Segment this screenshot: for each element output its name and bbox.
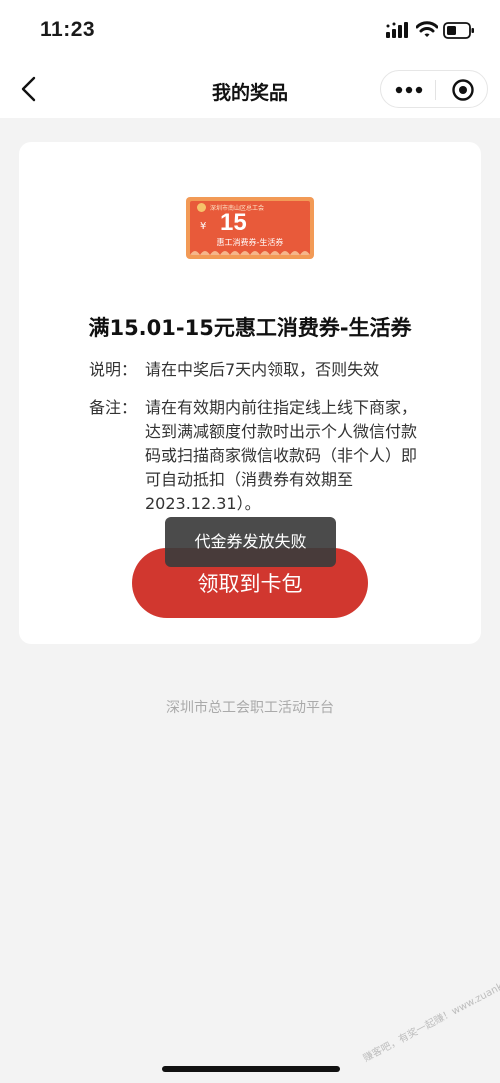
navigation-bar: 我的奖品 bbox=[0, 62, 500, 118]
coupon-wave-edge bbox=[190, 251, 310, 255]
note-text: 请在有效期内前往指定线上线下商家，达到满减额度付款时出示个人微信付款码或扫描商家… bbox=[145, 398, 418, 513]
description-label: 说明： bbox=[89, 360, 138, 379]
union-logo-icon bbox=[197, 203, 206, 212]
site-watermark: 赚客吧，有奖一起赚！www.zuanke8.com bbox=[361, 964, 500, 1065]
coupon-image: 深圳市南山区总工会 ¥ 15 惠工消费券-生活券 bbox=[186, 197, 314, 259]
error-toast: 代金券发放失败 bbox=[165, 517, 336, 567]
battery-icon bbox=[443, 22, 474, 39]
footer-text: 深圳市总工会职工活动平台 bbox=[166, 700, 334, 716]
home-indicator bbox=[162, 1066, 340, 1072]
note-label: 备注： bbox=[89, 398, 138, 417]
prize-title: 满15.01-15元惠工消费券-生活券 bbox=[88, 316, 412, 340]
status-bar: 11:23 bbox=[0, 0, 500, 62]
note-row: 备注： 请在有效期内前往指定线上线下商家，达到满减额度付款时出示个人微信付款码或… bbox=[89, 396, 429, 521]
more-options-icon[interactable] bbox=[381, 71, 435, 109]
close-mini-program-icon[interactable] bbox=[436, 71, 489, 109]
description-text: 请在中奖后7天内领取，否则失效 bbox=[145, 360, 380, 379]
status-time: 11:23 bbox=[40, 18, 96, 41]
description-row: 说明： 请在中奖后7天内领取，否则失效 bbox=[89, 358, 429, 382]
coupon-currency: ¥ bbox=[200, 221, 207, 232]
coupon-amount: 15 bbox=[220, 209, 247, 236]
mini-program-capsule bbox=[380, 70, 488, 108]
cellular-signal-icon bbox=[386, 22, 408, 38]
wifi-icon bbox=[416, 21, 438, 37]
prize-card: 深圳市南山区总工会 ¥ 15 惠工消费券-生活券 满15.01-15元惠工消费券… bbox=[19, 142, 481, 644]
